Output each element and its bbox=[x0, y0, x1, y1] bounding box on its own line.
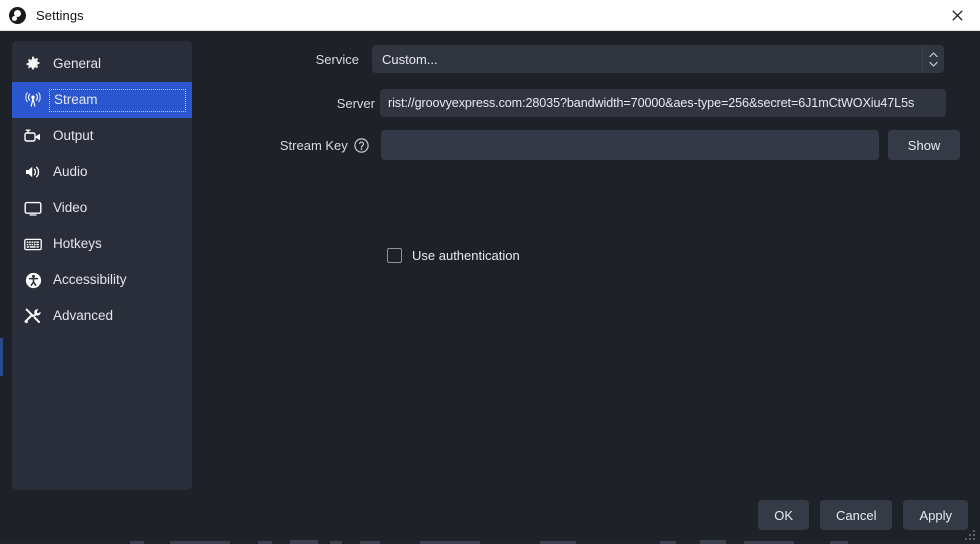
stream-settings-form: Service Custom... Server rist://groovyex… bbox=[200, 41, 968, 481]
server-row: Server rist://groovyexpress.com:28035?ba… bbox=[200, 89, 960, 117]
window-title: Settings bbox=[36, 7, 84, 23]
sidebar-item-stream[interactable]: Stream bbox=[12, 82, 192, 118]
sidebar-item-label: Accessibility bbox=[53, 272, 127, 287]
monitor-icon bbox=[22, 197, 44, 219]
chevron-up-down-icon bbox=[922, 45, 944, 73]
sidebar-item-label: General bbox=[53, 56, 102, 71]
sidebar-item-label: Hotkeys bbox=[53, 236, 102, 251]
titlebar: Settings bbox=[0, 0, 980, 31]
sidebar-item-general[interactable]: General bbox=[12, 46, 192, 82]
resize-grip-icon[interactable] bbox=[964, 529, 976, 541]
sidebar-item-audio[interactable]: Audio bbox=[12, 154, 192, 190]
sidebar-item-video[interactable]: Video bbox=[12, 190, 192, 226]
video-camera-icon bbox=[22, 125, 44, 147]
show-stream-key-button[interactable]: Show bbox=[888, 130, 961, 160]
stream-key-label: Stream Key bbox=[279, 137, 348, 153]
help-circle-icon[interactable] bbox=[354, 137, 369, 153]
sidebar-item-accessibility[interactable]: Accessibility bbox=[12, 262, 192, 298]
server-label: Server bbox=[336, 95, 375, 111]
sidebar-item-hotkeys[interactable]: Hotkeys bbox=[12, 226, 192, 262]
ok-button[interactable]: OK bbox=[758, 500, 809, 530]
service-label: Service bbox=[315, 51, 359, 67]
sidebar-item-label: Audio bbox=[53, 164, 88, 179]
service-row: Service Custom... bbox=[200, 45, 960, 73]
use-authentication-checkbox[interactable] bbox=[387, 248, 402, 263]
tools-icon bbox=[22, 305, 44, 327]
sidebar-item-label: Stream bbox=[49, 89, 186, 112]
server-input-value: rist://groovyexpress.com:28035?bandwidth… bbox=[388, 96, 915, 110]
apply-button[interactable]: Apply bbox=[903, 500, 968, 530]
sidebar-item-advanced[interactable]: Advanced bbox=[12, 298, 192, 334]
service-selected-value: Custom... bbox=[382, 51, 438, 67]
server-input[interactable]: rist://groovyexpress.com:28035?bandwidth… bbox=[380, 89, 946, 117]
dialog-footer: OK Cancel Apply bbox=[758, 500, 968, 530]
stream-key-input[interactable] bbox=[380, 130, 880, 160]
settings-dialog: Settings General Stream Output Audio Vid… bbox=[0, 0, 980, 544]
speaker-icon bbox=[22, 161, 44, 183]
sidebar-item-label: Output bbox=[53, 128, 94, 143]
service-select[interactable]: Custom... bbox=[372, 45, 944, 73]
cancel-button[interactable]: Cancel bbox=[820, 500, 893, 530]
close-button[interactable] bbox=[934, 0, 980, 30]
accessibility-icon bbox=[22, 269, 44, 291]
sidebar-item-label: Advanced bbox=[53, 308, 114, 323]
broadcast-icon bbox=[22, 89, 44, 111]
background-window-sliver bbox=[0, 338, 3, 376]
use-authentication-row: Use authentication bbox=[387, 248, 520, 263]
obs-logo-icon bbox=[9, 6, 26, 24]
stream-key-row: Stream Key Show bbox=[200, 130, 961, 160]
settings-nav-sidebar: General Stream Output Audio Video Hotkey… bbox=[12, 41, 192, 490]
sidebar-item-output[interactable]: Output bbox=[12, 118, 192, 154]
sidebar-item-label: Video bbox=[53, 200, 88, 215]
keyboard-icon bbox=[22, 233, 44, 255]
gear-icon bbox=[22, 53, 44, 75]
use-authentication-label: Use authentication bbox=[412, 248, 520, 263]
